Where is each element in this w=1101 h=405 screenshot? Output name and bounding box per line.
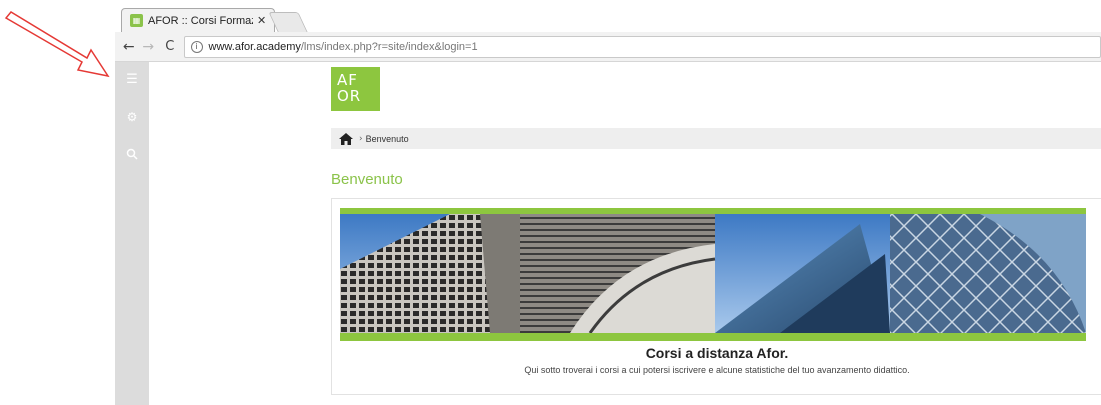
url-path: /lms/index.php?r=site/index&login=1 bbox=[300, 40, 478, 53]
menu-icon[interactable]: ☰ bbox=[115, 69, 149, 89]
logo-line-2: OR bbox=[337, 87, 362, 105]
reload-icon[interactable]: C bbox=[160, 37, 180, 57]
breadcrumb: › Benvenuto bbox=[331, 128, 1101, 149]
tab-title: AFOR :: Corsi Formazione bbox=[148, 14, 253, 27]
browser-tab[interactable]: ▦ AFOR :: Corsi Formazione ✕ bbox=[121, 8, 275, 32]
annotation-arrow-icon bbox=[4, 11, 110, 78]
card-subtitle: Qui sotto troverai i corsi a cui potersi… bbox=[524, 365, 910, 375]
url-host: www.afor.academy bbox=[208, 40, 301, 53]
banner-image bbox=[340, 214, 1086, 333]
afor-logo[interactable]: AF OR bbox=[331, 67, 380, 111]
logo-line-1: AF bbox=[337, 71, 358, 89]
favicon-icon: ▦ bbox=[130, 14, 143, 27]
page-content: ☰ ⚙ AF OR › Benvenuto Benvenuto Corsi a … bbox=[115, 62, 1101, 405]
back-arrow-icon[interactable]: ← bbox=[119, 37, 139, 57]
card-title: Corsi a distanza Afor. bbox=[645, 345, 789, 361]
gears-icon[interactable]: ⚙ bbox=[115, 107, 149, 127]
close-icon[interactable]: ✕ bbox=[257, 14, 266, 27]
browser-tabstrip: ▦ AFOR :: Corsi Formazione ✕ bbox=[115, 0, 1101, 32]
home-icon[interactable] bbox=[339, 132, 353, 145]
browser-toolbar: ← → C i www.afor.academy/lms/index.php?r… bbox=[115, 32, 1101, 62]
page-title: Benvenuto bbox=[331, 171, 403, 188]
forward-arrow-icon[interactable]: → bbox=[139, 37, 159, 57]
address-bar[interactable]: i www.afor.academy/lms/index.php?r=site/… bbox=[183, 35, 1101, 58]
banner bbox=[340, 208, 1086, 341]
screenshot: ▦ AFOR :: Corsi Formazione ✕ ← → C i www… bbox=[0, 0, 1101, 405]
chevron-right-icon: › bbox=[359, 133, 363, 144]
welcome-card: Corsi a distanza Afor. Qui sotto trovera… bbox=[331, 198, 1101, 395]
info-icon[interactable]: i bbox=[190, 40, 203, 53]
url-text: www.afor.academy/lms/index.php?r=site/in… bbox=[209, 41, 478, 53]
side-menu: ☰ ⚙ bbox=[115, 62, 149, 405]
search-icon[interactable] bbox=[115, 144, 149, 164]
breadcrumb-current: Benvenuto bbox=[365, 133, 409, 144]
